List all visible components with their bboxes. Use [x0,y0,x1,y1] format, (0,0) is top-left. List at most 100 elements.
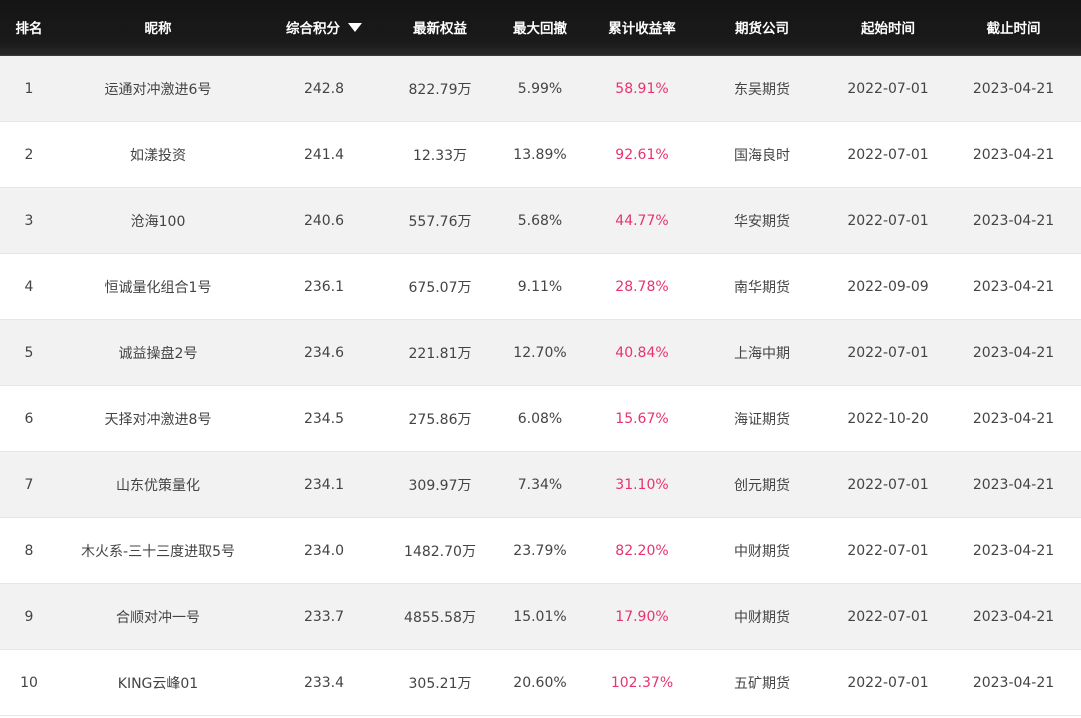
table-header: 排名 昵称 综合积分 最新权益 最大回撤 累计收益率 期货公司 起始时间 截止时… [0,0,1081,56]
cell-start: 2022-07-01 [847,212,929,229]
cell-score: 233.7 [303,608,345,625]
cell-rank: 4 [24,278,34,295]
cell-rank: 9 [24,608,34,625]
cell-return: 17.90% [615,608,669,625]
cell-drawdown: 13.89% [513,146,567,163]
header-score-label[interactable]: 综合积分 [286,17,340,37]
cell-return: 28.78% [615,278,669,295]
cell-broker: 南华期货 [734,279,790,296]
cell-drawdown: 9.11% [517,278,563,295]
header-end: 截止时间 [986,21,1041,37]
cell-start: 2022-10-20 [847,410,929,427]
cell-rank: 5 [24,344,34,361]
cell-broker: 中财期货 [734,609,790,626]
cell-score: 234.5 [303,410,345,427]
cell-equity: 12.33万 [412,147,468,164]
table-row: 7 山东优策量化 234.1 309.97万 7.34% 31.10% 创元期货… [0,452,1081,518]
cell-end: 2023-04-21 [972,674,1055,691]
cell-nickname: 运通对冲激进6号 [104,81,212,98]
cell-equity: 675.07万 [408,279,472,296]
cell-equity: 557.76万 [408,213,472,230]
table-row: 4 恒诚量化组合1号 236.1 675.07万 9.11% 28.78% 南华… [0,254,1081,320]
cell-drawdown: 23.79% [513,542,567,559]
cell-rank: 2 [24,146,34,163]
cell-start: 2022-07-01 [847,344,929,361]
cell-broker: 上海中期 [734,345,790,362]
cell-equity: 221.81万 [408,345,472,362]
cell-drawdown: 12.70% [513,344,567,361]
cell-nickname: 如漾投资 [130,147,186,164]
cell-return: 44.77% [615,212,669,229]
cell-drawdown: 20.60% [513,674,567,691]
table-row: 1 运通对冲激进6号 242.8 822.79万 5.99% 58.91% 东吴… [0,56,1081,122]
cell-broker: 东吴期货 [734,81,790,98]
cell-return: 82.20% [615,542,669,559]
cell-start: 2022-09-09 [847,278,929,295]
cell-drawdown: 6.08% [517,410,563,427]
cell-return: 31.10% [615,476,669,493]
cell-start: 2022-07-01 [847,674,929,691]
cell-broker: 国海良时 [734,147,790,164]
header-start: 起始时间 [861,21,915,37]
cell-score: 234.0 [303,542,345,559]
cell-return: 102.37% [610,674,674,691]
cell-nickname: 恒诚量化组合1号 [104,279,212,296]
table-row: 3 沧海100 240.6 557.76万 5.68% 44.77% 华安期货 … [0,188,1081,254]
cell-return: 15.67% [615,410,669,427]
cell-rank: 8 [24,542,34,559]
header-score[interactable]: 综合积分 [258,0,390,56]
cell-equity: 275.86万 [408,411,472,428]
table-row: 5 诚益操盘2号 234.6 221.81万 12.70% 40.84% 上海中… [0,320,1081,386]
table-row: 6 天择对冲激进8号 234.5 275.86万 6.08% 15.67% 海证… [0,386,1081,452]
cell-end: 2023-04-21 [972,278,1055,295]
cell-return: 58.91% [615,80,669,97]
cell-start: 2022-07-01 [847,80,929,97]
cell-drawdown: 5.99% [517,80,563,97]
header-equity: 最新权益 [413,21,467,37]
cell-score: 240.6 [303,212,345,229]
cell-broker: 华安期货 [734,213,790,230]
cell-equity: 305.21万 [408,675,472,692]
cell-end: 2023-04-21 [972,212,1055,229]
table-row: 8 木火系-三十三度进取5号 234.0 1482.70万 23.79% 82.… [0,518,1081,584]
cell-broker: 创元期货 [734,477,790,494]
cell-rank: 3 [24,212,34,229]
cell-rank: 6 [24,410,34,427]
header-drawdown: 最大回撤 [513,21,567,37]
cell-score: 242.8 [303,80,345,97]
cell-nickname: 木火系-三十三度进取5号 [81,543,235,560]
header-return: 累计收益率 [608,21,676,37]
cell-nickname: KING云峰01 [117,675,199,692]
cell-rank: 10 [20,674,38,691]
cell-drawdown: 15.01% [513,608,567,625]
sort-descending-icon[interactable] [348,22,362,32]
table-row: 2 如漾投资 241.4 12.33万 13.89% 92.61% 国海良时 2… [0,122,1081,188]
cell-rank: 7 [24,476,34,493]
header-broker: 期货公司 [735,21,789,37]
cell-score: 234.1 [303,476,345,493]
cell-broker: 海证期货 [734,411,790,428]
cell-score: 234.6 [303,344,345,361]
cell-equity: 822.79万 [408,81,472,98]
cell-nickname: 天择对冲激进8号 [104,411,212,428]
cell-score: 233.4 [303,674,345,691]
cell-end: 2023-04-21 [972,608,1055,625]
cell-start: 2022-07-01 [847,608,929,625]
cell-rank: 1 [24,80,34,97]
cell-drawdown: 5.68% [517,212,563,229]
cell-end: 2023-04-21 [972,410,1055,427]
cell-end: 2023-04-21 [972,542,1055,559]
cell-equity: 309.97万 [408,477,472,494]
header-nickname: 昵称 [144,21,172,37]
cell-start: 2022-07-01 [847,542,929,559]
cell-equity: 4855.58万 [404,609,476,626]
cell-nickname: 山东优策量化 [116,477,200,494]
cell-end: 2023-04-21 [972,476,1055,493]
cell-start: 2022-07-01 [847,146,929,163]
cell-end: 2023-04-21 [972,80,1055,97]
cell-end: 2023-04-21 [972,344,1055,361]
cell-score: 241.4 [303,146,345,163]
ranking-table: 排名 昵称 综合积分 最新权益 最大回撤 累计收益率 期货公司 起始时间 截止时… [0,0,1081,716]
cell-nickname: 诚益操盘2号 [118,345,198,362]
cell-broker: 五矿期货 [734,675,790,692]
